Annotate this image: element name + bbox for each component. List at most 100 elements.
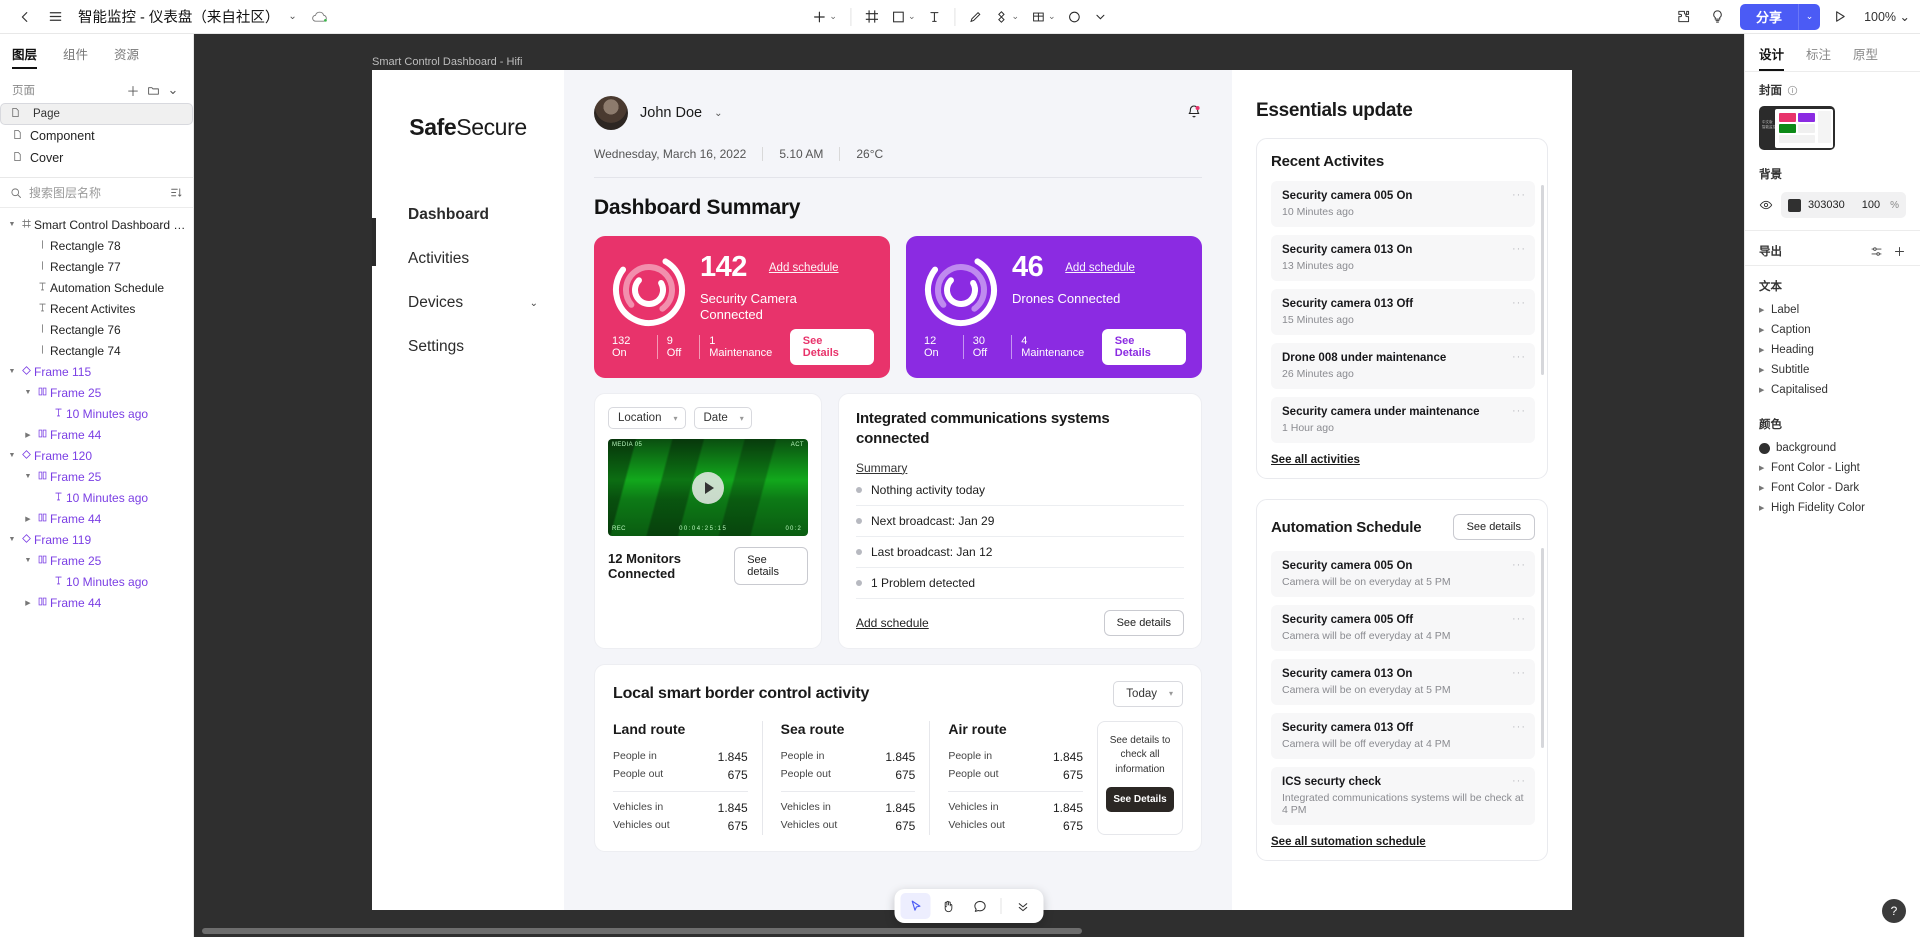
layer-item[interactable]: Rectangle 78 — [0, 235, 193, 256]
date-select[interactable]: Date ▾ — [693, 407, 752, 429]
layer-item[interactable]: ▼ Frame 119 — [0, 529, 193, 550]
color-style-row[interactable]: background — [1745, 438, 1920, 458]
background-color-field[interactable]: 303030 100 % — [1781, 192, 1906, 218]
list-item[interactable]: ICS securty check Integrated communicatio… — [1271, 767, 1535, 825]
help-question-mark-icon[interactable]: ? — [1882, 899, 1906, 923]
layer-search-input[interactable]: 搜索图层名称 — [29, 184, 163, 201]
layer-item[interactable]: Rectangle 74 — [0, 340, 193, 361]
chevron-down-icon[interactable]: ⌄ — [829, 11, 837, 22]
layer-item[interactable]: ▼ Smart Control Dashboard - W... — [0, 214, 193, 235]
notification-bell-icon[interactable] — [1186, 104, 1202, 123]
text-style-row[interactable]: ▶ Label — [1745, 300, 1920, 320]
list-item[interactable]: Security camera 005 Off Camera will be of… — [1271, 605, 1535, 651]
layer-item[interactable]: ▼ Frame 25 — [0, 550, 193, 571]
layer-item[interactable]: ▼ Frame 115 — [0, 361, 193, 382]
more-options-icon[interactable]: ··· — [1512, 189, 1526, 201]
play-icon[interactable] — [692, 471, 724, 504]
text-style-row[interactable]: ▶ Subtitle — [1745, 360, 1920, 380]
layer-disclosure-chevron-down-icon[interactable]: ▼ — [6, 368, 18, 375]
text-style-row[interactable]: ▶ Caption — [1745, 320, 1920, 340]
list-item[interactable]: Security camera under maintenance 1 Hour … — [1271, 397, 1535, 443]
more-options-icon[interactable]: ··· — [1512, 351, 1526, 363]
tab-prototype[interactable]: 原型 — [1853, 44, 1878, 71]
chevron-right-icon[interactable]: ▶ — [1759, 366, 1771, 374]
page-item-component[interactable]: Component — [0, 125, 193, 147]
more-tools-chevron-down-icon[interactable] — [1008, 893, 1038, 919]
more-options-icon[interactable]: ··· — [1512, 613, 1526, 625]
layer-item[interactable]: Rectangle 76 — [0, 319, 193, 340]
layer-item[interactable]: ▼ Frame 25 — [0, 466, 193, 487]
chevron-right-icon[interactable]: ▶ — [1759, 326, 1771, 334]
shape-tool[interactable]: ⌄ — [886, 2, 921, 32]
layer-item[interactable]: ▶ Frame 44 — [0, 592, 193, 613]
list-item[interactable]: Security camera 013 On 13 Minutes ago ··· — [1271, 235, 1535, 281]
comment-tool[interactable] — [1063, 2, 1087, 32]
comms-add-schedule-link[interactable]: Add schedule — [856, 616, 929, 630]
page-item-page[interactable]: Page — [0, 103, 193, 125]
present-play-icon[interactable] — [1824, 2, 1854, 32]
sidebar-item-dashboard[interactable]: Dashboard — [372, 193, 564, 237]
sidebar-item-activities[interactable]: Activities — [372, 237, 564, 281]
chevron-right-icon[interactable]: ▶ — [1759, 306, 1771, 314]
layer-disclosure-chevron-down-icon[interactable]: ▼ — [22, 473, 34, 480]
new-folder-icon[interactable] — [143, 80, 163, 100]
text-tool[interactable] — [923, 2, 947, 32]
color-style-row[interactable]: ▶ High Fidelity Color — [1745, 498, 1920, 518]
chevron-right-icon[interactable]: ▶ — [1759, 386, 1771, 394]
more-options-icon[interactable]: ··· — [1512, 297, 1526, 309]
layer-item[interactable]: ▶ Frame 44 — [0, 508, 193, 529]
text-style-row[interactable]: ▶ Capitalised — [1745, 380, 1920, 400]
layer-disclosure-chevron-down-icon[interactable]: ▼ — [6, 536, 18, 543]
layer-disclosure-chevron-right-icon[interactable]: ▶ — [22, 431, 34, 439]
tab-components[interactable]: 组件 — [63, 44, 88, 69]
move-tool[interactable]: ⌄ — [807, 2, 842, 32]
eye-icon[interactable] — [1759, 198, 1773, 212]
layer-item[interactable]: Automation Schedule — [0, 277, 193, 298]
tab-assets[interactable]: 资源 — [114, 44, 139, 69]
share-button[interactable]: 分享 — [1740, 3, 1799, 30]
automation-see-details-button[interactable]: See details — [1452, 514, 1535, 540]
frame-tool[interactable] — [859, 2, 884, 32]
more-options-icon[interactable]: ··· — [1512, 559, 1526, 571]
chevron-right-icon[interactable]: ▶ — [1759, 346, 1771, 354]
list-item[interactable]: Security camera 005 On Camera will be on … — [1271, 551, 1535, 597]
stat-see-details-button[interactable]: See Details — [1101, 329, 1186, 365]
recent-scrollbar[interactable] — [1541, 185, 1544, 375]
text-style-row[interactable]: ▶ Heading — [1745, 340, 1920, 360]
background-color-swatch[interactable] — [1788, 198, 1801, 212]
location-select[interactable]: Location ▾ — [608, 407, 686, 429]
color-style-row[interactable]: ▶ Font Color - Dark — [1745, 478, 1920, 498]
border-see-details-button[interactable]: See Details — [1106, 787, 1174, 812]
more-options-icon[interactable]: ··· — [1512, 667, 1526, 679]
layer-disclosure-chevron-right-icon[interactable]: ▶ — [22, 599, 34, 607]
see-all-activities-link[interactable]: See all activities — [1271, 454, 1360, 466]
background-hex-value[interactable]: 303030 — [1808, 199, 1845, 211]
comment-tool[interactable] — [965, 893, 995, 919]
page-item-cover[interactable]: Cover — [0, 147, 193, 169]
more-options-icon[interactable]: ··· — [1512, 721, 1526, 733]
plus-icon[interactable] — [1893, 245, 1906, 258]
layer-disclosure-chevron-down-icon[interactable]: ▼ — [6, 452, 18, 459]
filter-list-icon[interactable] — [170, 186, 183, 199]
back-button[interactable] — [10, 2, 40, 32]
canvas-horizontal-scrollbar[interactable] — [202, 928, 1082, 934]
tab-layers[interactable]: 图层 — [12, 44, 38, 69]
layer-item[interactable]: 10 Minutes ago — [0, 571, 193, 592]
cursor-tool[interactable] — [900, 893, 931, 919]
add-schedule-link[interactable]: Add schedule — [769, 262, 839, 274]
layer-item[interactable]: ▼ Frame 120 — [0, 445, 193, 466]
layer-item[interactable]: ▼ Frame 25 — [0, 382, 193, 403]
video-see-details-button[interactable]: See details — [734, 547, 808, 585]
chevron-right-icon[interactable]: ▶ — [1759, 504, 1771, 512]
info-icon[interactable] — [1787, 85, 1798, 96]
frame-name-label[interactable]: Smart Control Dashboard - Hifi — [372, 56, 522, 68]
list-item[interactable]: Security camera 013 On Camera will be on … — [1271, 659, 1535, 705]
main-menu-button[interactable] — [40, 2, 70, 32]
chevron-down-icon[interactable]: ⌄ — [908, 11, 916, 22]
sliders-icon[interactable] — [1870, 245, 1883, 258]
sidebar-item-devices[interactable]: Devices ⌄ — [372, 281, 564, 325]
layer-item[interactable]: 10 Minutes ago — [0, 487, 193, 508]
chevron-down-icon[interactable]: ⌄ — [530, 298, 538, 309]
user-menu-chevron-down-icon[interactable]: ⌄ — [714, 108, 722, 119]
chevron-right-icon[interactable]: ▶ — [1759, 484, 1771, 492]
